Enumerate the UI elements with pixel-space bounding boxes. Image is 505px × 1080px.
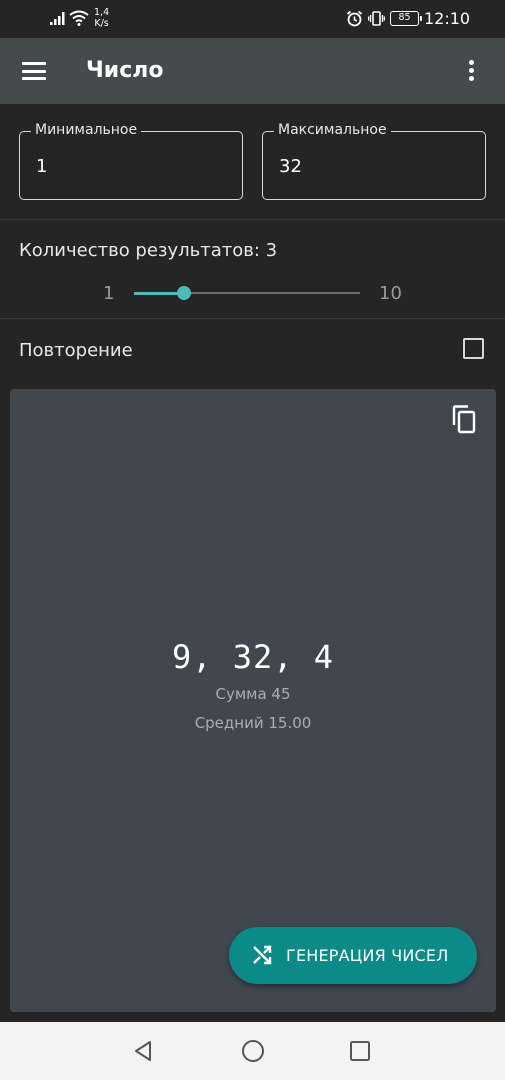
copy-icon[interactable]: [450, 405, 478, 435]
more-vert-icon[interactable]: [466, 60, 476, 84]
alarm-icon: [346, 10, 363, 27]
min-field[interactable]: Минимальное 1: [19, 122, 243, 200]
result-sum: Сумма 45: [215, 685, 291, 703]
min-field-value[interactable]: 1: [36, 156, 216, 177]
wifi-icon: [69, 10, 89, 26]
max-field[interactable]: Максимальное 32: [262, 122, 486, 200]
clock: 12:10: [424, 9, 471, 28]
slider-min-label: 1: [103, 283, 115, 304]
vibrate-icon: [368, 11, 385, 26]
divider: [0, 219, 505, 220]
slider-max-label: 10: [379, 283, 402, 304]
status-bar: 1,4 K/s 85 12:10: [0, 0, 505, 38]
signal-icon: [50, 12, 65, 25]
repeat-label: Повторение: [19, 340, 133, 361]
app-title: Число: [86, 58, 164, 83]
menu-icon[interactable]: [22, 62, 46, 80]
network-speed-value: 1,4: [94, 7, 110, 18]
battery-icon: 85: [390, 11, 422, 26]
result-card: 9, 32, 4 Сумма 45 Средний 15.00: [10, 389, 496, 1012]
result-average: Средний 15.00: [194, 714, 312, 732]
result-count-slider[interactable]: [134, 286, 360, 300]
home-icon[interactable]: [241, 1039, 265, 1063]
min-field-label: Минимальное: [31, 122, 142, 138]
system-nav-bar: [0, 1022, 505, 1080]
repeat-checkbox[interactable]: [463, 338, 484, 359]
result-numbers: 9, 32, 4: [171, 638, 335, 676]
network-speed: 1,4 K/s: [94, 7, 109, 29]
recent-apps-icon[interactable]: [349, 1040, 371, 1062]
max-field-value[interactable]: 32: [279, 156, 459, 177]
shuffle-icon: [253, 945, 272, 965]
network-speed-unit: K/s: [94, 18, 109, 29]
back-icon[interactable]: [132, 1039, 156, 1063]
slider-thumb[interactable]: [177, 286, 192, 300]
max-field-label: Максимальное: [274, 122, 391, 138]
generate-numbers-button[interactable]: ГЕНЕРАЦИЯ ЧИСЕЛ: [229, 927, 477, 984]
result-count-label: Количество результатов: 3: [19, 240, 278, 261]
generate-numbers-label: ГЕНЕРАЦИЯ ЧИСЕЛ: [286, 946, 449, 965]
app-bar: Число: [0, 38, 505, 104]
divider: [0, 318, 505, 319]
